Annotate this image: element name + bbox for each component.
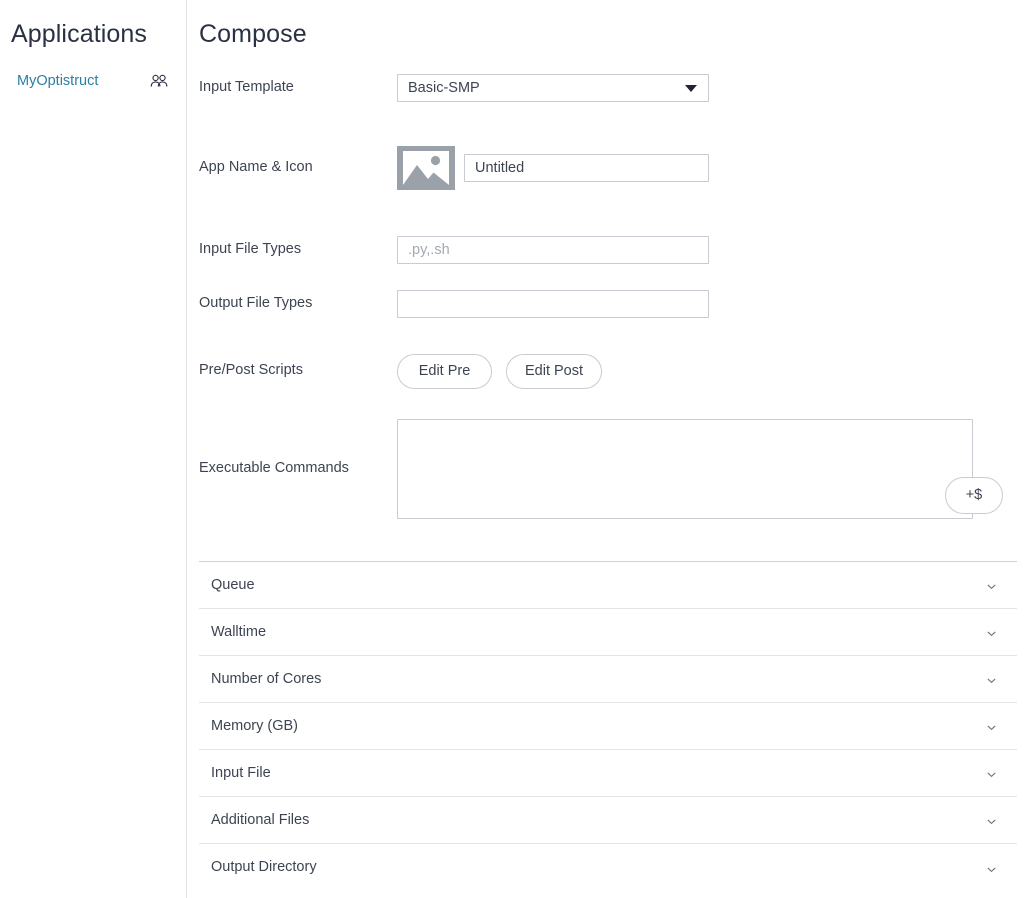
executable-commands-textarea[interactable] — [397, 418, 973, 519]
chevron-down-icon[interactable] — [986, 814, 997, 825]
edit-post-button[interactable]: Edit Post — [506, 353, 603, 389]
people-icon[interactable] — [150, 74, 168, 88]
chevron-down-icon[interactable] — [986, 626, 997, 637]
accordion-label: Walltime — [211, 623, 267, 640]
chevron-down-icon[interactable] — [986, 767, 997, 778]
sidebar-item-myoptistruct[interactable]: MyOptistruct — [0, 69, 186, 93]
main-panel: Compose Input Template Basic-SMP App Nam… — [187, 0, 1029, 898]
accordion-label: Input File — [211, 764, 271, 781]
row-input-file-types: Input File Types — [199, 235, 1029, 264]
accordion-row-output-directory[interactable]: Output Directory — [199, 844, 1017, 891]
app-root: Applications MyOptistruct Compose Input … — [0, 0, 1029, 898]
compose-form: Input Template Basic-SMP App Name & Icon — [187, 73, 1029, 519]
input-template-select[interactable]: Basic-SMP — [397, 73, 709, 102]
accordion-label: Queue — [211, 576, 255, 593]
settings-accordion: Queue Walltime Number of Cores Memory (G… — [199, 560, 1017, 891]
input-template-value: Basic-SMP — [408, 79, 480, 96]
pre-post-scripts-label: Pre/Post Scripts — [199, 362, 303, 379]
output-file-types-input[interactable] — [397, 289, 709, 318]
accordion-row-number-of-cores[interactable]: Number of Cores — [199, 656, 1017, 703]
row-output-file-types: Output File Types — [199, 289, 1029, 318]
accordion-row-input-file[interactable]: Input File — [199, 750, 1017, 797]
chevron-down-icon[interactable] — [986, 673, 997, 684]
chevron-down-icon[interactable] — [986, 862, 997, 873]
chevron-down-icon[interactable] — [986, 720, 997, 731]
sidebar-item-label: MyOptistruct — [17, 72, 99, 89]
accordion-label: Additional Files — [211, 811, 310, 828]
row-pre-post-scripts: Pre/Post Scripts Edit Pre Edit Post — [199, 353, 1029, 389]
sidebar-app-list: MyOptistruct — [0, 69, 186, 93]
accordion-row-walltime[interactable]: Walltime — [199, 609, 1017, 656]
input-file-types-label: Input File Types — [199, 240, 302, 257]
app-name-icon-label: App Name & Icon — [199, 158, 313, 175]
app-name-input[interactable] — [464, 153, 709, 182]
image-placeholder-icon[interactable] — [397, 145, 455, 190]
sidebar: Applications MyOptistruct — [0, 0, 187, 898]
output-file-types-label: Output File Types — [199, 294, 313, 311]
edit-pre-button[interactable]: Edit Pre — [397, 353, 492, 389]
sidebar-title: Applications — [11, 20, 148, 48]
chevron-down-icon[interactable] — [986, 579, 997, 590]
page-title: Compose — [199, 20, 307, 48]
accordion-row-memory[interactable]: Memory (GB) — [199, 703, 1017, 750]
accordion-label: Number of Cores — [211, 670, 322, 687]
input-template-select-wrap: Basic-SMP — [397, 73, 709, 102]
accordion-row-additional-files[interactable]: Additional Files — [199, 797, 1017, 844]
input-file-types-input[interactable] — [397, 235, 709, 264]
executable-commands-label: Executable Commands — [199, 459, 349, 476]
input-template-label: Input Template — [199, 78, 294, 95]
row-app-name-icon: App Name & Icon — [199, 145, 1029, 190]
accordion-label: Memory (GB) — [211, 717, 298, 734]
accordion-row-queue[interactable]: Queue — [199, 562, 1017, 609]
accordion-label: Output Directory — [211, 859, 317, 875]
row-input-template: Input Template Basic-SMP — [199, 73, 1029, 102]
row-executable-commands: Executable Commands +$ — [199, 418, 1029, 519]
add-variable-button[interactable]: +$ — [945, 476, 1003, 514]
